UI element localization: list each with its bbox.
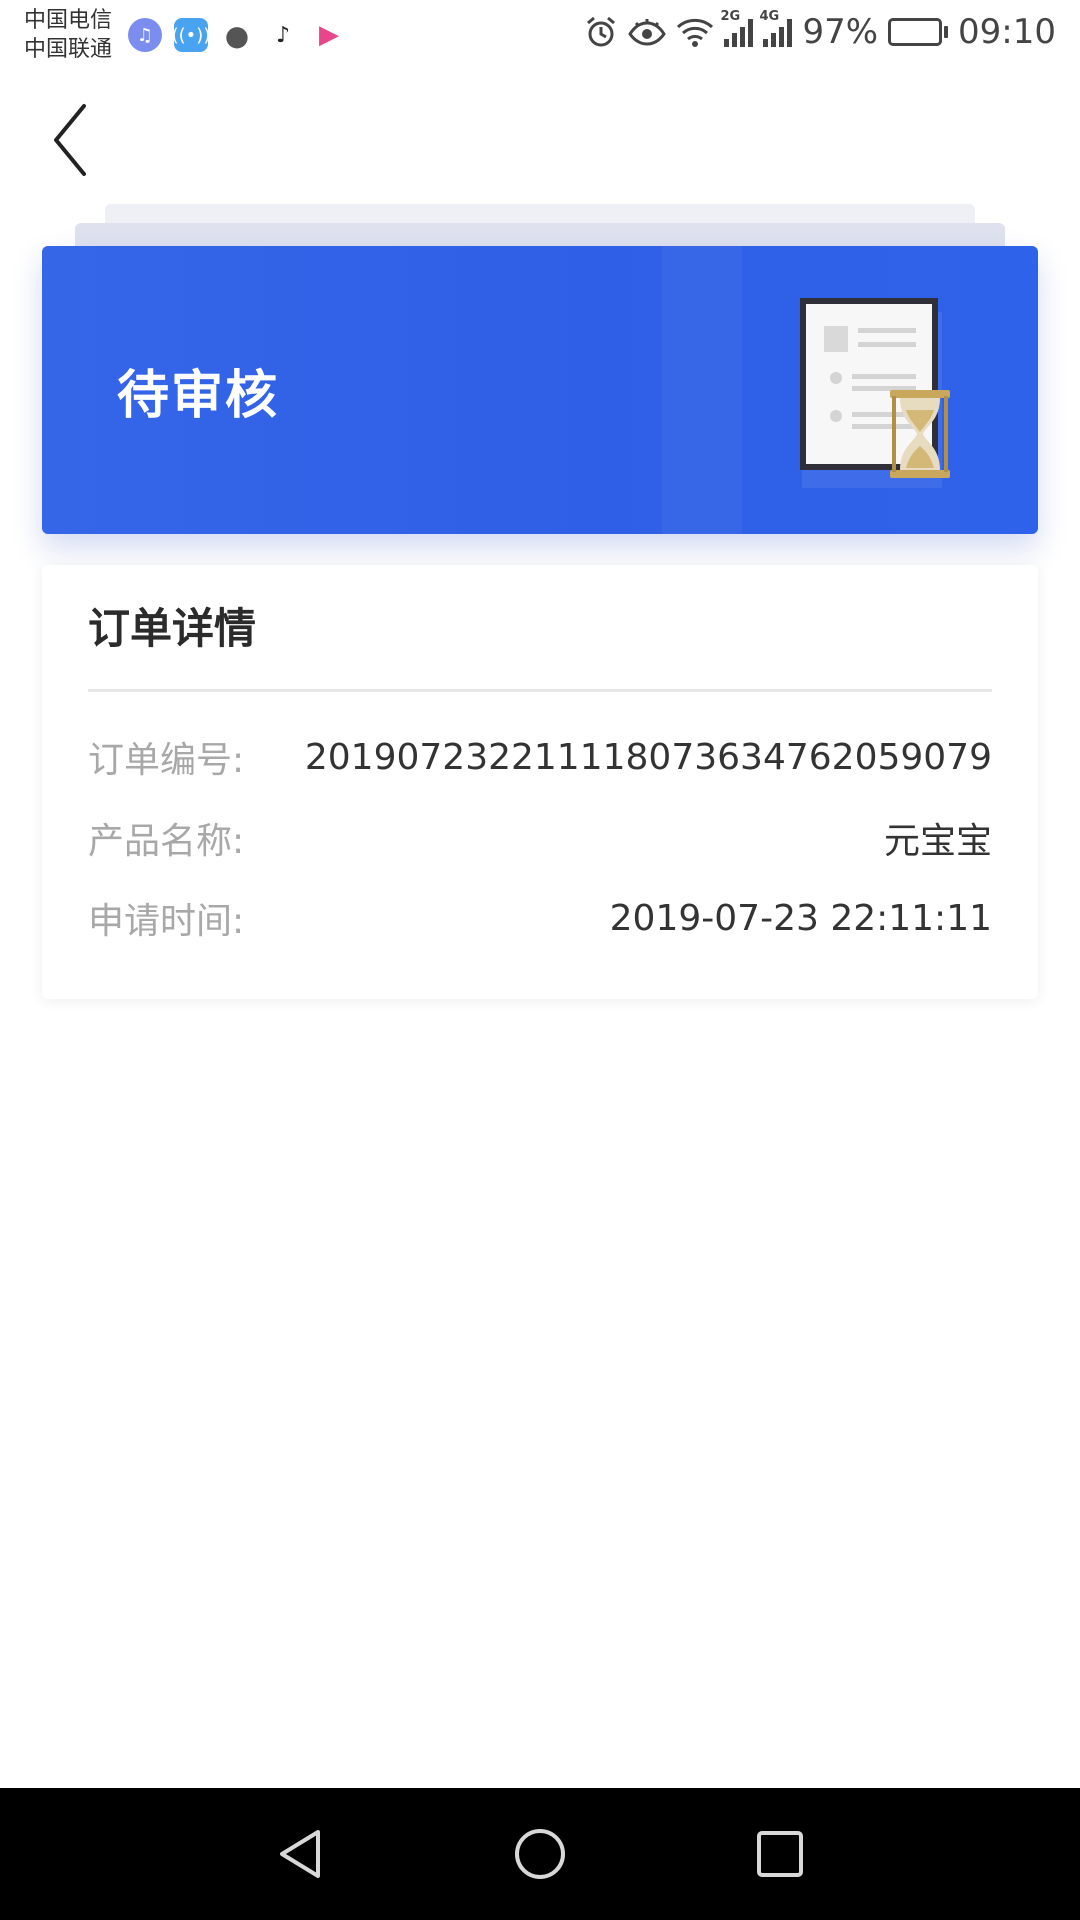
product-name-value: 元宝宝	[883, 821, 992, 862]
clock: 09:10	[958, 12, 1056, 52]
navigation-bar	[0, 1788, 1080, 1920]
product-name-label: 产品名称:	[88, 821, 245, 862]
document-hourglass-icon	[800, 298, 950, 488]
order-number-label: 订单编号:	[88, 740, 245, 781]
nav-back-icon	[280, 1830, 320, 1878]
apply-time-value: 2019-07-23 22:11:11	[609, 897, 992, 939]
status-title: 待审核	[117, 365, 280, 426]
system-status: 2G 4G 97% 09:10	[584, 9, 1056, 52]
nav-home-button[interactable]	[480, 1788, 600, 1920]
carrier-1: 中国电信	[24, 8, 113, 33]
chevron-left-icon	[54, 104, 86, 176]
network-4g-label: 4G	[759, 9, 780, 24]
signal-2g-icon: 2G	[720, 9, 754, 47]
battery-icon	[888, 18, 949, 46]
signal-4g-icon: 4G	[759, 9, 793, 47]
alarm-icon	[584, 15, 618, 49]
music-icon: ♫	[128, 18, 162, 52]
notification-icons: ♫ ((•)) ● ♪ ▶	[128, 18, 346, 52]
nav-recents-button[interactable]	[720, 1788, 840, 1920]
chat-icon: ●	[224, 18, 250, 52]
nav-back-button[interactable]	[240, 1788, 360, 1920]
order-detail-title: 订单详情	[88, 604, 257, 653]
order-detail-card: 订单详情 订单编号: 20190723221111807363476205907…	[42, 565, 1038, 999]
order-number-value: 20190723221111807363476205907​9	[304, 736, 992, 778]
product-name-row: 产品名称: 元宝宝	[88, 808, 992, 868]
back-button[interactable]	[40, 100, 100, 180]
eye-icon	[628, 17, 667, 47]
divider	[88, 689, 992, 692]
battery-percent: 97%	[802, 12, 879, 52]
status-bar: 中国电信 中国联通 ♫ ((•)) ● ♪ ▶ 2G 4G 97% 09:10	[0, 0, 1080, 72]
nav-recents-icon	[757, 1831, 803, 1877]
apply-time-label: 申请时间:	[88, 901, 245, 942]
carrier-2: 中国联通	[24, 37, 113, 62]
tiktok-icon: ♪	[275, 22, 291, 48]
network-2g-label: 2G	[720, 9, 741, 24]
apply-time-row: 申请时间: 2019-07-23 22:11:11	[88, 888, 992, 948]
status-card: 待审核	[42, 246, 1038, 534]
nav-home-icon	[515, 1829, 565, 1879]
carrier-info: 中国电信 中国联通	[24, 6, 112, 64]
youku-icon: ▶	[319, 20, 339, 50]
radio-icon: ((•))	[172, 18, 210, 52]
wifi-icon	[676, 16, 714, 48]
order-number-row: 订单编号: 20190723221111807363476205907​9	[88, 727, 992, 787]
